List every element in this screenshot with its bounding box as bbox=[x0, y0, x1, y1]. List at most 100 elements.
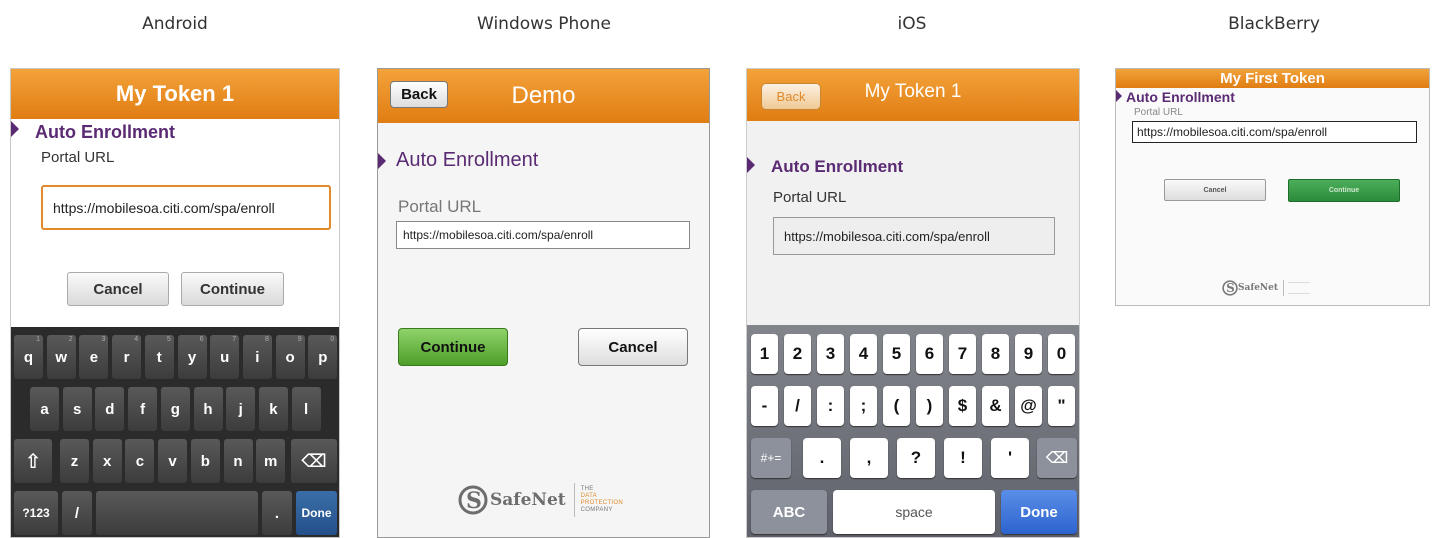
cancel-button[interactable]: Cancel bbox=[578, 328, 688, 366]
keyboard-key[interactable]: t5 bbox=[144, 335, 174, 379]
keyboard-key[interactable]: , bbox=[850, 438, 888, 478]
backspace-key[interactable]: ⌫ bbox=[291, 439, 337, 483]
svg-text:S: S bbox=[1226, 281, 1234, 295]
keyboard-key[interactable]: m bbox=[256, 439, 286, 483]
ios-title: My Token 1 bbox=[864, 81, 962, 102]
keyboard-key[interactable]: l bbox=[291, 387, 321, 431]
keyboard-key[interactable]: 5 bbox=[883, 334, 910, 374]
bb-section-heading: Auto Enrollment bbox=[1126, 89, 1235, 105]
keyboard-key[interactable]: q1 bbox=[14, 335, 43, 379]
space-key[interactable] bbox=[96, 491, 258, 535]
keyboard-key[interactable]: 0 bbox=[1048, 334, 1075, 374]
keyboard-key[interactable]: - bbox=[751, 386, 778, 426]
keyboard-key[interactable]: p0 bbox=[308, 335, 338, 379]
keyboard-key[interactable]: 3 bbox=[817, 334, 844, 374]
keyboard-key[interactable]: 8 bbox=[982, 334, 1009, 374]
wp-title: Demo bbox=[511, 82, 576, 109]
safenet-logo-icon: S bbox=[1222, 280, 1238, 296]
keyboard-key[interactable]: u7 bbox=[210, 335, 240, 379]
section-arrow-icon bbox=[378, 153, 386, 169]
keyboard-key[interactable]: r4 bbox=[112, 335, 142, 379]
keyboard-key[interactable]: j bbox=[226, 387, 256, 431]
back-button[interactable]: Back bbox=[390, 81, 448, 108]
keyboard-key[interactable]: d bbox=[95, 387, 125, 431]
keyboard-key[interactable]: x bbox=[92, 439, 122, 483]
continue-button[interactable]: Continue bbox=[1288, 179, 1400, 202]
bb-url-input[interactable]: https://mobilesoa.citi.com/spa/enroll bbox=[1132, 121, 1417, 143]
keyboard-key[interactable]: ? bbox=[897, 438, 935, 478]
keyboard-key[interactable]: g bbox=[160, 387, 190, 431]
ios-url-input[interactable]: https://mobilesoa.citi.com/spa/enroll bbox=[773, 217, 1055, 255]
keyboard-key[interactable]: v bbox=[158, 439, 188, 483]
period-key[interactable]: . bbox=[262, 491, 292, 535]
keyboard-key[interactable]: 9 bbox=[1015, 334, 1042, 374]
symbols-key[interactable]: ?123 bbox=[14, 491, 58, 535]
tagline-line: THE bbox=[580, 486, 594, 492]
keyboard-key[interactable]: z bbox=[60, 439, 89, 483]
keyboard-key[interactable]: ( bbox=[883, 386, 910, 426]
safenet-logo-icon: S bbox=[458, 485, 488, 515]
safenet-logo-text: SafeNet bbox=[490, 490, 566, 510]
keyboard-key[interactable]: k bbox=[258, 387, 288, 431]
continue-button[interactable]: Continue bbox=[181, 272, 284, 306]
slash-key[interactable]: / bbox=[62, 491, 92, 535]
key-number-hint: 2 bbox=[68, 336, 73, 343]
safenet-logo-text: SafeNet bbox=[1238, 283, 1279, 293]
ios-section-heading: Auto Enrollment bbox=[771, 157, 904, 176]
key-number-hint: 3 bbox=[101, 336, 106, 343]
bb-title: My First Token bbox=[1220, 70, 1325, 87]
keyboard-key[interactable]: e3 bbox=[79, 335, 109, 379]
keyboard-key[interactable]: / bbox=[784, 386, 811, 426]
continue-button[interactable]: Continue bbox=[398, 328, 508, 366]
keyboard-key[interactable]: y6 bbox=[177, 335, 207, 379]
keyboard-key[interactable]: w2 bbox=[46, 335, 76, 379]
cancel-button[interactable]: Cancel bbox=[67, 272, 169, 306]
keyboard-key[interactable]: f bbox=[128, 387, 158, 431]
keyboard-key[interactable]: c bbox=[125, 439, 155, 483]
back-button[interactable]: Back bbox=[761, 83, 821, 110]
wp-url-input[interactable]: https://mobilesoa.citi.com/spa/enroll bbox=[396, 221, 690, 249]
keyboard-key[interactable]: 6 bbox=[916, 334, 943, 374]
key-number-hint: 9 bbox=[297, 336, 302, 343]
keyboard-key[interactable]: ; bbox=[850, 386, 877, 426]
shift-key[interactable]: ⇧ bbox=[14, 439, 52, 483]
keyboard-key[interactable]: 7 bbox=[949, 334, 976, 374]
ios-keyboard: 1 2 3 4 5 6 7 8 9 0 - /:;() $ & @ " #+=.,?! ' ⌫ ABC space Don… bbox=[747, 325, 1079, 537]
keyboard-key[interactable]: s bbox=[62, 387, 92, 431]
keyboard-key[interactable]: o9 bbox=[275, 335, 305, 379]
done-key[interactable]: Done bbox=[296, 491, 337, 535]
keyboard-key[interactable]: ' bbox=[991, 438, 1029, 478]
keyboard-key[interactable]: ) bbox=[916, 386, 943, 426]
keyboard-key[interactable]: @ bbox=[1015, 386, 1042, 426]
android-screen: My Token 1 Auto Enrollment Portal URL ht… bbox=[10, 68, 340, 538]
keyboard-key[interactable]: " bbox=[1048, 386, 1075, 426]
blackberry-screen: My First Token Auto Enrollment Portal UR… bbox=[1115, 68, 1430, 306]
keyboard-key[interactable]: . bbox=[803, 438, 841, 478]
android-url-input[interactable]: https://mobilesoa.citi.com/spa/enroll bbox=[41, 185, 331, 230]
keyboard-key[interactable]: 2 bbox=[784, 334, 811, 374]
section-arrow-icon bbox=[747, 157, 755, 173]
space-key[interactable]: space bbox=[833, 490, 995, 534]
backspace-key[interactable]: ⌫ bbox=[1037, 438, 1077, 478]
safenet-logo: S SafeNet THE DATA PROTECTION COMPANY bbox=[458, 483, 623, 517]
keyboard-key[interactable]: b bbox=[190, 439, 220, 483]
keyboard-key[interactable]: a bbox=[30, 387, 59, 431]
keyboard-key[interactable]: n bbox=[223, 439, 253, 483]
ios-field-label: Portal URL bbox=[773, 189, 847, 206]
key-number-hint: 8 bbox=[264, 336, 269, 343]
keyboard-key[interactable]: h bbox=[193, 387, 223, 431]
cancel-button[interactable]: Cancel bbox=[1164, 179, 1266, 201]
key-number-hint: 7 bbox=[232, 336, 237, 343]
done-key[interactable]: Done bbox=[1001, 490, 1077, 534]
keyboard-key[interactable]: 1 bbox=[751, 334, 778, 374]
keyboard-key[interactable]: & bbox=[982, 386, 1009, 426]
tagline-line: PROTECTION bbox=[580, 500, 623, 506]
keyboard-key[interactable]: : bbox=[817, 386, 844, 426]
keyboard-key[interactable]: 4 bbox=[850, 334, 877, 374]
more-symbols-key[interactable]: #+= bbox=[751, 438, 791, 478]
abc-key[interactable]: ABC bbox=[751, 490, 827, 534]
windows-phone-screen: Back Demo Auto Enrollment Portal URL htt… bbox=[377, 68, 710, 538]
keyboard-key[interactable]: $ bbox=[949, 386, 976, 426]
keyboard-key[interactable]: ! bbox=[944, 438, 982, 478]
keyboard-key[interactable]: i8 bbox=[242, 335, 272, 379]
